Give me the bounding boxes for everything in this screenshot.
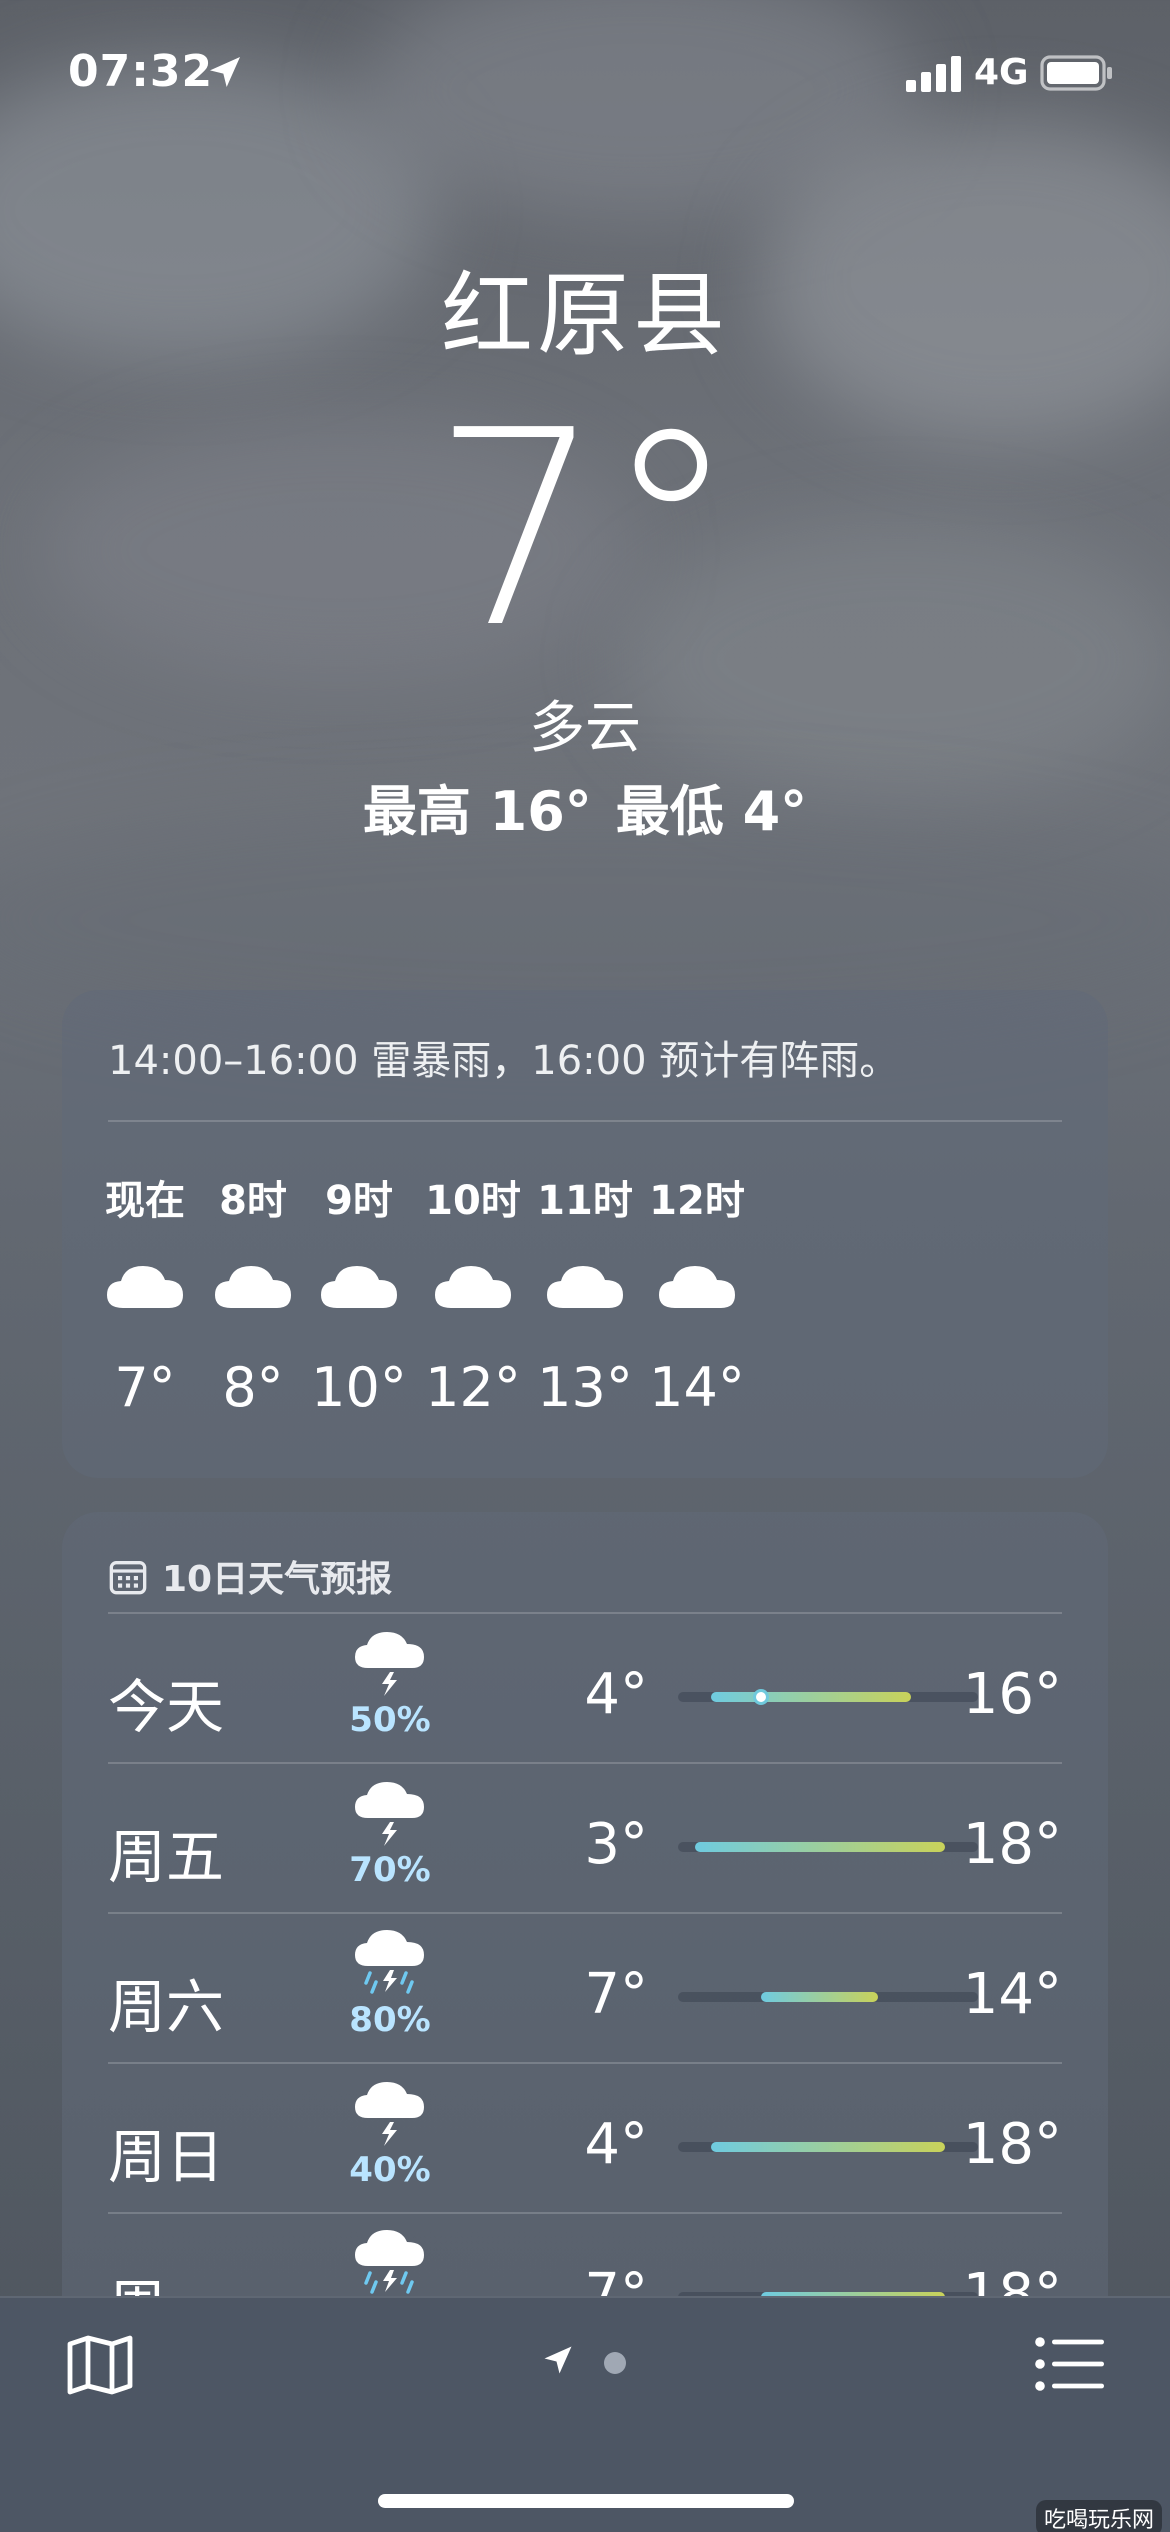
temp-range-track (678, 1842, 978, 1852)
day-name: 周六 (108, 1973, 225, 2041)
divider (108, 1762, 1062, 1764)
day-low: 3° (584, 1812, 648, 1877)
divider (108, 2062, 1062, 2064)
weather-header: 红原县 7° 多云 最高 16° 最低 4° (0, 262, 1170, 843)
high-low: 最高 16° 最低 4° (0, 767, 1170, 846)
home-indicator[interactable] (378, 2494, 794, 2508)
daily-row[interactable]: 今天 50% 4° 16° (108, 1612, 1062, 1762)
day-high: 18° (962, 2112, 1062, 2177)
rain-thunder-icon (352, 1928, 428, 1998)
location-arrow-icon (210, 57, 240, 87)
daily-header: 10日天气预报 (108, 1550, 392, 1602)
current-condition: 多云 (529, 696, 641, 761)
thunderstorm-icon (352, 2078, 428, 2148)
temp-range-bar (694, 1842, 945, 1852)
thunderstorm-icon (352, 1628, 428, 1698)
day-high: 16° (962, 1662, 1062, 1727)
daily-row[interactable]: 周日 40% 4° 18° (108, 2062, 1062, 2212)
current-temperature: 7° (431, 372, 739, 687)
signal-icon (906, 56, 961, 92)
day-low: 7° (584, 1962, 648, 2027)
divider (108, 2212, 1062, 2214)
daily-row[interactable]: 周五 70% 3° 18° (108, 1762, 1062, 1912)
temp-range-track (678, 1689, 978, 1705)
precip-chance: 70% (349, 1850, 431, 1890)
day-name: 周日 (108, 2123, 225, 2191)
temp-range-track (678, 2142, 978, 2152)
day-high: 18° (962, 1812, 1062, 1877)
day-name: 今天 (108, 1673, 225, 1741)
thunderstorm-icon (352, 1778, 428, 1848)
daily-row[interactable]: 周六 80% 7° 14° (108, 1912, 1062, 2062)
rain-thunder-icon (352, 2228, 428, 2298)
day-weather: 80% (340, 1928, 440, 2040)
hourly-forecast-card[interactable]: 14:00–16:00 雷暴雨，16:00 预计有阵雨。 现在 7° 8时 8° 9时 1… (62, 990, 1108, 1478)
day-weather: 40% (340, 2078, 440, 2190)
temp-range-bar (761, 1992, 878, 2002)
status-time: 07:32 (68, 46, 214, 97)
cloud-icon (431, 1258, 515, 1314)
divider (108, 1912, 1062, 1914)
status-bar: 07:32 4G (0, 0, 1170, 150)
divider (108, 1612, 1062, 1614)
hourly-item: 12时 14° (622, 1168, 772, 1419)
daily-title: 10日天气预报 (162, 1559, 393, 1600)
high-temp: 最高 16° (362, 780, 592, 843)
day-name: 周五 (108, 1823, 225, 1891)
precip-chance: 40% (349, 2150, 431, 2190)
cloud-icon (103, 1258, 187, 1314)
cloud-icon (211, 1258, 295, 1314)
divider (108, 1120, 1062, 1122)
day-low: 4° (584, 1662, 648, 1727)
hour-label: 12时 (649, 1178, 745, 1224)
day-high: 14° (962, 1962, 1062, 2027)
day-weather: 50% (340, 1628, 440, 1740)
cloud-icon (655, 1258, 739, 1314)
precip-chance: 80% (349, 2000, 431, 2040)
day-weather: 70% (340, 1778, 440, 1890)
day-low: 4° (584, 2112, 648, 2177)
temp-range-bar (711, 2142, 945, 2152)
temp-range-bar (711, 1692, 912, 1702)
city-name: 红原县 (440, 262, 729, 369)
location-arrow-icon[interactable] (540, 2342, 576, 2378)
battery-icon (1040, 55, 1112, 91)
current-temp-marker (753, 1689, 770, 1705)
page-indicator-dot[interactable] (604, 2352, 626, 2374)
list-icon[interactable] (1034, 2336, 1106, 2392)
watermark: 吃喝玩乐网 (1036, 2500, 1163, 2532)
map-icon[interactable] (66, 2334, 134, 2396)
cloud-icon (543, 1258, 627, 1314)
precip-chance: 50% (349, 1700, 431, 1740)
day-weather (340, 2228, 440, 2300)
temp-range-track (678, 1992, 978, 2002)
calendar-icon (109, 1561, 147, 1595)
low-temp: 最低 4° (615, 780, 808, 843)
network-type: 4G (974, 52, 1029, 93)
cloud-icon (317, 1258, 401, 1314)
hour-temp: 14° (649, 1356, 745, 1419)
hourly-summary: 14:00–16:00 雷暴雨，16:00 预计有阵雨。 (108, 1038, 900, 1084)
